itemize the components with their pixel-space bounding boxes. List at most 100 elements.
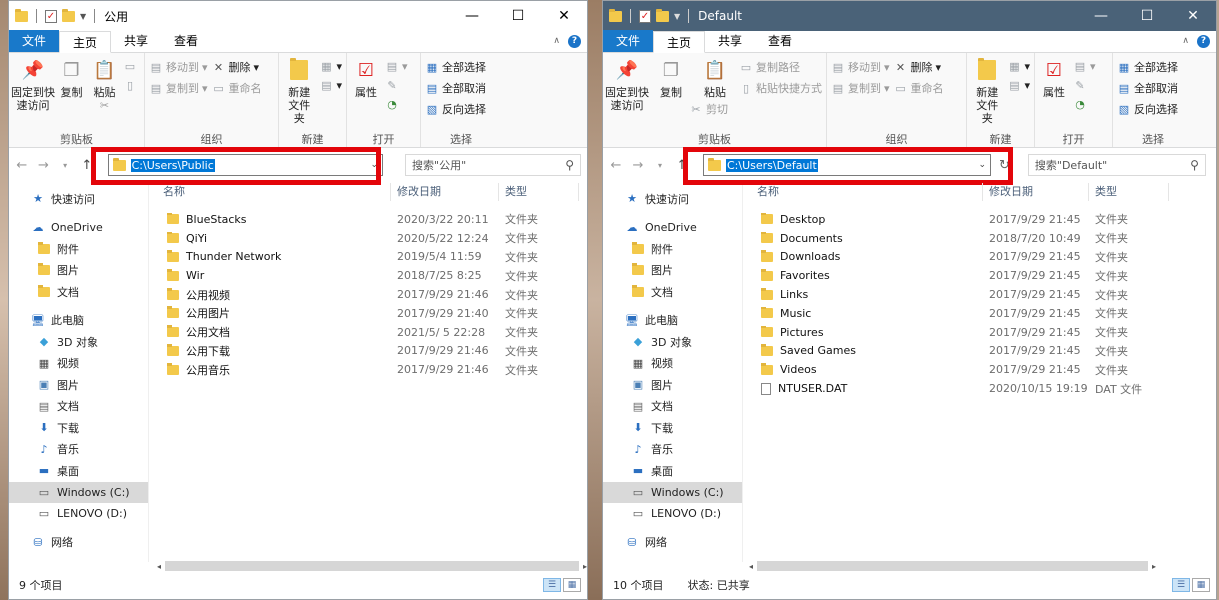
table-row[interactable]: Desktop 2017/9/29 21:45 文件夹	[751, 210, 1216, 229]
nav-item[interactable]: ▤ 文档	[9, 396, 148, 418]
tab-view[interactable]: 查看	[755, 30, 805, 52]
nav-item[interactable]: ★ 快速访问	[9, 188, 148, 210]
nav-item[interactable]: ⛁ 网络	[9, 532, 148, 554]
horizontal-scrollbar[interactable]: ◂ ▸	[157, 559, 587, 573]
close-button[interactable]: ✕	[541, 1, 587, 31]
quick-access-toolbar-dropdown-icon[interactable]: ▼	[674, 12, 680, 21]
new-folder-button[interactable]: 新建 文件夹	[283, 57, 315, 131]
table-row[interactable]: 公用下载 2017/9/29 21:46 文件夹	[157, 342, 587, 361]
nav-item[interactable]: ☁ OneDrive	[603, 217, 742, 239]
nav-item[interactable]: ▭ LENOVO (D:)	[603, 503, 742, 525]
cut-button[interactable]: ✂ 剪切	[689, 101, 822, 117]
ribbon-collapse-icon[interactable]: ∧	[1182, 36, 1189, 46]
column-type[interactable]: 类型	[1089, 183, 1169, 201]
table-row[interactable]: Wir 2018/7/25 8:25 文件夹	[157, 266, 587, 285]
properties-quick-icon[interactable]: ✓	[45, 9, 57, 23]
select-none-button[interactable]: ▤ 全部取消	[425, 80, 486, 96]
help-icon[interactable]: ?	[568, 34, 581, 48]
nav-item[interactable]: ★ 快速访问	[603, 188, 742, 210]
address-dropdown-icon[interactable]: ⌄	[978, 160, 986, 170]
column-name[interactable]: 名称	[157, 183, 391, 201]
table-row[interactable]: Favorites 2017/9/29 21:45 文件夹	[751, 266, 1216, 285]
close-button[interactable]: ✕	[1170, 1, 1216, 31]
maximize-button[interactable]: ☐	[1124, 1, 1170, 31]
open-button[interactable]: ▤ ▾	[385, 59, 408, 73]
copy-button[interactable]: ❐ 复制	[651, 57, 691, 131]
properties-quick-icon[interactable]: ✓	[639, 9, 651, 23]
tab-share[interactable]: 共享	[111, 30, 161, 52]
table-row[interactable]: Videos 2017/9/29 21:45 文件夹	[751, 360, 1216, 379]
nav-item[interactable]: ▬ 桌面	[9, 460, 148, 482]
search-icon[interactable]: ⚲	[1190, 158, 1199, 172]
address-path[interactable]: C:\Users\Default	[726, 158, 818, 172]
table-row[interactable]: Downloads 2017/9/29 21:45 文件夹	[751, 248, 1216, 267]
nav-item[interactable]: ▣ 图片	[9, 374, 148, 396]
table-row[interactable]: 公用文档 2021/5/ 5 22:28 文件夹	[157, 323, 587, 342]
horizontal-scrollbar[interactable]: ◂ ▸	[749, 559, 1156, 573]
new-folder-button[interactable]: 新建 文件夹	[971, 57, 1003, 131]
explorer-window-public[interactable]: ✓ ▼ 公用 — ☐ ✕ 文件 主页 共享 查看 ∧ ? 📌 固定到快速访问 ❐…	[8, 0, 588, 600]
details-view-icon[interactable]: ☰	[543, 578, 561, 592]
nav-item[interactable]: ◆ 3D 对象	[603, 331, 742, 353]
address-bar[interactable]: C:\Users\Default ⌄	[703, 154, 991, 176]
nav-item[interactable]: ⛁ 网络	[603, 532, 742, 554]
title-bar[interactable]: ✓ ▼ 公用 — ☐ ✕	[9, 1, 587, 31]
copy-to-button[interactable]: ▤ 复制到 ▾	[149, 80, 208, 96]
tab-file[interactable]: 文件	[9, 30, 60, 52]
new-folder-quick-icon[interactable]	[656, 8, 669, 22]
ribbon-collapse-icon[interactable]: ∧	[553, 36, 560, 46]
minimize-button[interactable]: —	[449, 1, 495, 31]
nav-item[interactable]: 附件	[9, 238, 148, 260]
table-row[interactable]: 公用图片 2017/9/29 21:40 文件夹	[157, 304, 587, 323]
nav-item[interactable]: 图片	[9, 260, 148, 282]
nav-item[interactable]: ♪ 音乐	[9, 439, 148, 461]
nav-item[interactable]: ⬇ 下载	[603, 417, 742, 439]
easy-access-button[interactable]: ▤ ▾	[1007, 78, 1030, 92]
open-button[interactable]: ▤ ▾	[1073, 59, 1096, 73]
table-row[interactable]: BlueStacks 2020/3/22 20:11 文件夹	[157, 210, 587, 229]
new-folder-quick-icon[interactable]	[62, 8, 75, 22]
select-all-button[interactable]: ▦ 全部选择	[1117, 59, 1178, 75]
scroll-right-icon[interactable]: ▸	[1152, 562, 1156, 571]
up-arrow-icon[interactable]: ↑	[80, 158, 94, 173]
search-box[interactable]: 搜索"Default" ⚲	[1027, 154, 1206, 176]
rename-button[interactable]: ▭ 重命名	[212, 80, 261, 96]
column-type[interactable]: 类型	[499, 183, 579, 201]
edit-button[interactable]: ✎	[1073, 78, 1096, 92]
nav-item[interactable]: 文档	[603, 281, 742, 303]
nav-item[interactable]: ⬇ 下载	[9, 417, 148, 439]
nav-item[interactable]: ▭ Windows (C:)	[9, 481, 148, 503]
delete-button[interactable]: ✕ 删除 ▾	[212, 59, 262, 75]
table-row[interactable]: 公用音乐 2017/9/29 21:46 文件夹	[157, 360, 587, 379]
pin-quick-access-button[interactable]: 📌 固定到快速访问	[605, 57, 649, 131]
tab-home[interactable]: 主页	[653, 31, 706, 53]
nav-item[interactable]: 附件	[603, 238, 742, 260]
nav-item[interactable]: 文档	[9, 281, 148, 303]
new-item-button[interactable]: ▦ ▾	[319, 59, 342, 73]
large-icons-view-icon[interactable]: ▦	[1192, 578, 1210, 592]
nav-item[interactable]: ♪ 音乐	[603, 439, 742, 461]
table-row[interactable]: 公用视频 2017/9/29 21:46 文件夹	[157, 285, 587, 304]
invert-selection-button[interactable]: ▧ 反向选择	[425, 101, 486, 117]
nav-item[interactable]: 🖥 此电脑	[603, 310, 742, 332]
tab-view[interactable]: 查看	[161, 30, 211, 52]
column-date[interactable]: 修改日期	[391, 183, 499, 201]
table-row[interactable]: QiYi 2020/5/22 12:24 文件夹	[157, 229, 587, 248]
easy-access-button[interactable]: ▤ ▾	[319, 78, 342, 92]
help-icon[interactable]: ?	[1197, 34, 1210, 48]
invert-selection-button[interactable]: ▧ 反向选择	[1117, 101, 1178, 117]
rename-button[interactable]: ▭ 重命名	[894, 80, 943, 96]
address-bar[interactable]: C:\Users\Public ⌄	[107, 154, 384, 176]
properties-button[interactable]: ☑ 属性	[351, 57, 381, 131]
forward-arrow-icon[interactable]: →	[631, 158, 645, 173]
scroll-left-icon[interactable]: ◂	[749, 562, 753, 571]
new-item-button[interactable]: ▦ ▾	[1007, 59, 1030, 73]
copy-path-button[interactable]: ▭	[123, 59, 140, 73]
edit-button[interactable]: ✎	[385, 78, 408, 92]
copy-to-button[interactable]: ▤ 复制到 ▾	[831, 80, 890, 96]
table-row[interactable]: Music 2017/9/29 21:45 文件夹	[751, 304, 1216, 323]
tab-file[interactable]: 文件	[603, 30, 654, 52]
history-button[interactable]: ◔	[385, 97, 408, 111]
table-row[interactable]: Documents 2018/7/20 10:49 文件夹	[751, 229, 1216, 248]
nav-item[interactable]: ▣ 图片	[603, 374, 742, 396]
